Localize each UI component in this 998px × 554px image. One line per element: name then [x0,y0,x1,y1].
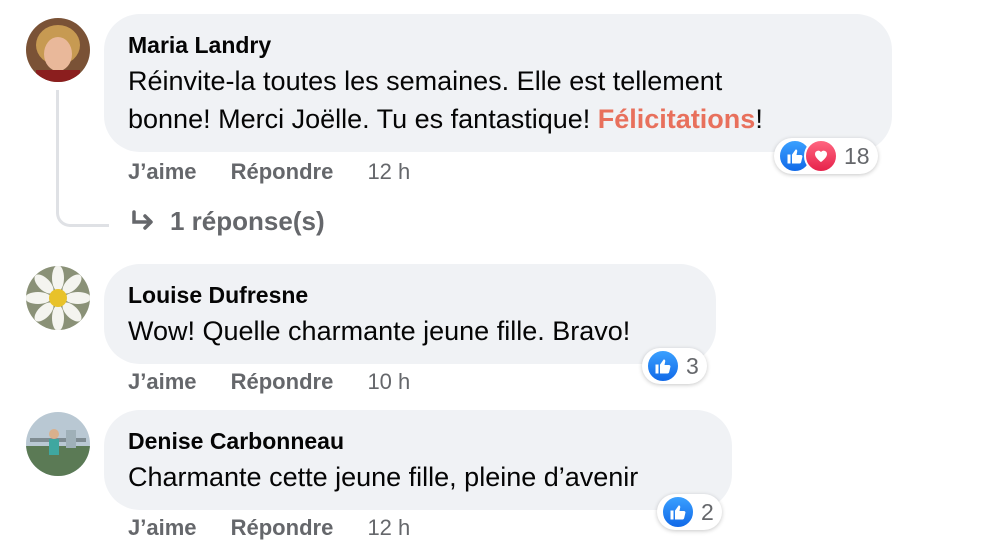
comment-timestamp[interactable]: 12 h [367,159,410,184]
comment-text-part: ! [755,104,763,134]
reply-button[interactable]: Répondre [231,369,334,394]
thread-connector-line [56,90,109,227]
comment-text-part: bonne! Merci Joëlle. Tu es fantastique! [128,104,598,134]
reaction-summary[interactable]: 18 [774,138,878,174]
like-button[interactable]: J’aime [128,515,197,540]
comment-bubble: Louise Dufresne Wow! Quelle charmante je… [104,264,716,364]
comment-text: Wow! Quelle charmante jeune fille. Bravo… [128,316,631,346]
comment-actions: J’aime Répondre 12 h [128,515,410,541]
avatar-maria-landry[interactable] [26,18,90,82]
hashtag-mention[interactable]: Félicitations [598,104,756,134]
avatar-louise-dufresne[interactable] [26,266,90,330]
reaction-summary[interactable]: 2 [657,494,722,530]
comment-bubble: Maria Landry Réinvite-la toutes les sema… [104,14,892,152]
view-replies-link[interactable]: 1 réponse(s) [130,206,325,237]
comment-author[interactable]: Denise Carbonneau [128,428,344,455]
reaction-count: 18 [844,142,870,169]
reply-arrow-icon [130,209,156,234]
thumbs-up-icon [661,495,695,529]
comment-timestamp[interactable]: 10 h [367,369,410,394]
reply-button[interactable]: Répondre [231,159,334,184]
reply-button[interactable]: Répondre [231,515,334,540]
comment-actions: J’aime Répondre 10 h [128,369,410,395]
heart-icon [804,139,838,173]
comment-actions: J’aime Répondre 12 h [128,159,410,185]
reaction-count: 3 [686,352,699,379]
thumbs-up-icon [646,349,680,383]
avatar-denise-carbonneau[interactable] [26,412,90,476]
reaction-summary[interactable]: 3 [642,348,707,384]
replies-label: 1 réponse(s) [170,206,325,236]
comment-text-line: Réinvite-la toutes les semaines. Elle es… [128,66,723,96]
comment-text-line: bonne! Merci Joëlle. Tu es fantastique! … [128,100,888,138]
comment-bubble: Denise Carbonneau Charmante cette jeune … [104,410,732,510]
comment-author[interactable]: Maria Landry [128,32,271,59]
like-button[interactable]: J’aime [128,159,197,184]
like-button[interactable]: J’aime [128,369,197,394]
comment-author[interactable]: Louise Dufresne [128,282,308,309]
reaction-count: 2 [701,498,714,525]
comment-timestamp[interactable]: 12 h [367,515,410,540]
comment-text: Charmante cette jeune fille, pleine d’av… [128,462,639,492]
comment-text: Réinvite-la toutes les semaines. Elle es… [128,62,888,138]
